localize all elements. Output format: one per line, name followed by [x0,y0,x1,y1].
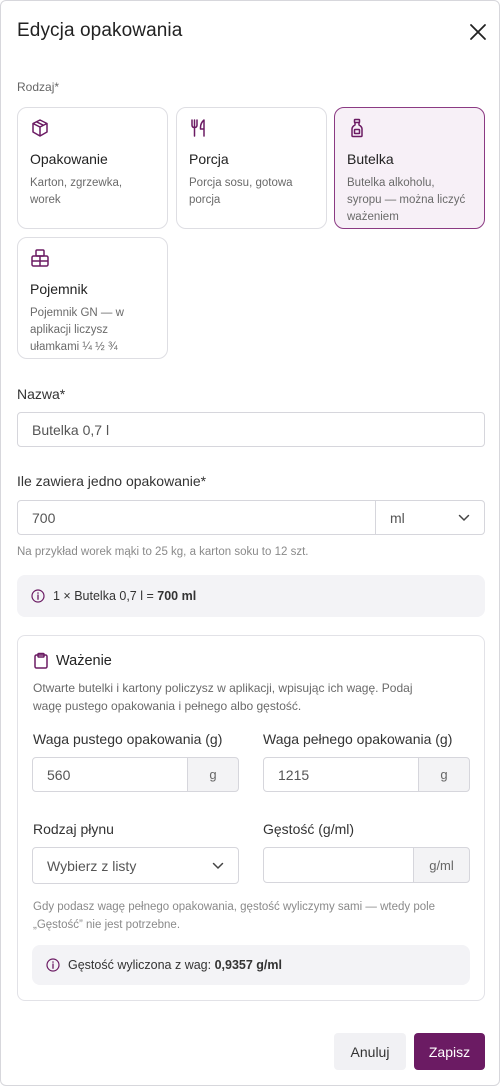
weighing-title: Ważenie [56,653,112,669]
type-option-desc: Porcja sosu, gotowa porcja [189,177,293,206]
density-input[interactable] [263,847,414,883]
liquid-type-label: Rodzaj płynu [33,821,114,837]
weighing-hint: Gdy podasz wagę pełnego opakowania, gęst… [33,901,436,931]
density-unit: g/ml [413,847,470,883]
type-option-title: Porcja [189,151,229,167]
close-button[interactable] [465,19,491,45]
type-option-desc: Karton, zgrzewka, worek [30,177,123,206]
box-icon [32,119,48,137]
type-option-title: Pojemnik [30,281,88,297]
liquid-type-select[interactable]: Wybierz z listy [32,847,239,884]
dialog-title: Edycja opakowania [17,20,183,41]
summary-box: 1 × Butelka 0,7 l = 700 ml [17,575,485,617]
computed-density-text: Gęstość wyliczona z wag: 0,9357 g/ml [68,958,282,972]
bottle-icon [351,118,363,138]
name-input[interactable]: Butelka 0,7 l [17,412,485,447]
density-label: Gęstość (g/ml) [263,821,355,837]
empty-weight-unit: g [187,757,239,792]
weighing-section: Ważenie Otwarte butelki i kartony policz… [17,635,485,1001]
type-option-pojemnik[interactable]: Pojemnik Pojemnik GN — w aplikacji liczy… [17,237,168,359]
full-weight-input[interactable]: 1215 [263,757,419,792]
type-option-porcja[interactable]: Porcja Porcja sosu, gotowa porcja [176,107,327,229]
computed-density-box: Gęstość wyliczona z wag: 0,9357 g/ml [32,945,470,985]
type-option-opakowanie[interactable]: Opakowanie Karton, zgrzewka, worek [17,107,168,229]
chevron-down-icon [212,862,224,869]
save-button[interactable]: Zapisz [414,1033,485,1070]
close-icon [470,24,486,40]
type-option-title: Butelka [347,151,394,167]
full-weight-unit: g [418,757,470,792]
container-icon [31,249,49,267]
contents-label: Ile zawiera jedno opakowanie* [17,473,207,489]
summary-text: 1 × Butelka 0,7 l = 700 ml [53,589,197,603]
edit-package-dialog: Edycja opakowania Rodzaj* Opakowanie Kar… [0,0,500,1086]
full-weight-label: Waga pełnego opakowania (g) [263,731,453,747]
type-option-butelka[interactable]: Butelka Butelka alkoholu, syropu — można… [334,107,485,229]
clipboard-icon [34,652,48,669]
type-label: Rodzaj* [17,80,60,94]
weighing-description: Otwarte butelki i kartony policzysz w ap… [33,681,413,713]
info-icon [31,589,45,603]
info-icon [46,958,60,972]
type-option-title: Opakowanie [30,151,108,167]
type-option-desc: Butelka alkoholu, syropu — można liczyć … [347,177,466,223]
cancel-button[interactable]: Anuluj [334,1033,406,1070]
empty-weight-input[interactable]: 560 [32,757,188,792]
contents-hint: Na przykład worek mąki to 25 kg, a karto… [17,546,309,558]
type-option-desc: Pojemnik GN — w aplikacji liczysz ułamka… [30,307,124,353]
unit-select[interactable]: ml [375,500,485,535]
name-label: Nazwa* [17,386,66,402]
empty-weight-label: Waga pustego opakowania (g) [33,731,223,747]
fork-icon [191,119,205,137]
contents-input[interactable]: 700 [17,500,376,535]
chevron-down-icon [458,514,470,521]
